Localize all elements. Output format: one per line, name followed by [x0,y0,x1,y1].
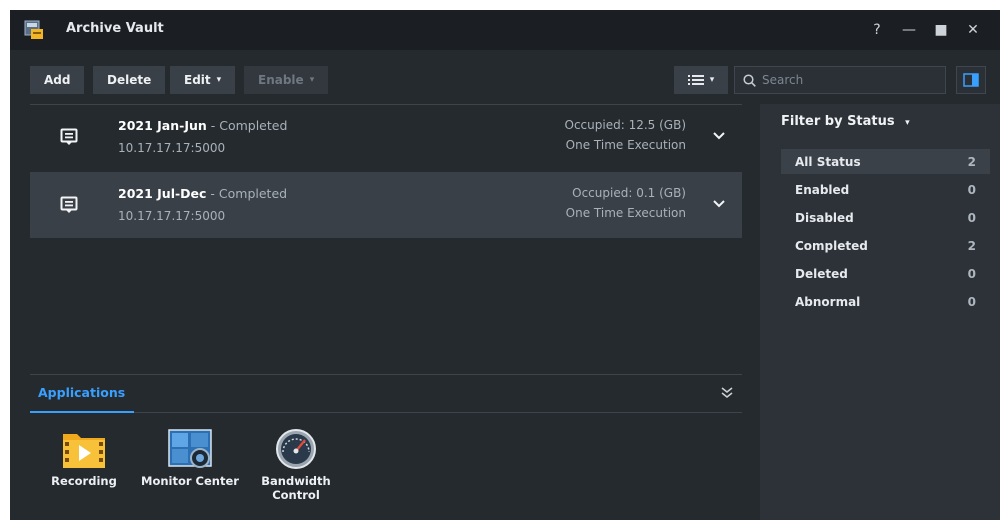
archive-task-icon [60,128,78,145]
filter-item-label: All Status [795,154,861,169]
task-name: 2021 Jul-Dec - Completed [118,186,287,201]
app-monitor-center[interactable]: Monitor Center [140,428,240,488]
task-status: - Completed [206,186,288,201]
task-schedule: One Time Execution [565,138,686,152]
chevron-down-icon: ▾ [709,75,715,85]
double-chevron-down-icon[interactable] [720,386,734,400]
filter-sidebar: Filter by Status ▾ All Status 2 Enabled … [760,104,1000,520]
maximize-icon[interactable]: ■ [928,18,954,42]
applications-divider [30,412,742,413]
task-schedule: One Time Execution [565,206,686,220]
app-recording[interactable]: Recording [34,428,134,488]
filter-item-disabled[interactable]: Disabled 0 [781,205,990,230]
filter-item-abnormal[interactable]: Abnormal 0 [781,289,990,314]
search-input[interactable] [762,73,942,87]
filter-item-label: Enabled [795,182,850,197]
filter-item-count: 0 [967,182,976,197]
add-button-label: Add [44,73,71,87]
applications-top-divider [30,374,742,375]
task-occupied: Occupied: 12.5 (GB) [564,118,686,132]
enable-button-label: Enable [258,73,304,87]
view-mode-button[interactable]: ▾ [674,66,728,94]
filter-item-count: 0 [967,294,976,309]
edit-button-label: Edit [184,73,211,87]
task-address: 10.17.17.17:5000 [118,141,226,155]
app-window: Archive Vault ? — ■ ✕ Add Delete Edit ▾ … [10,10,1000,520]
filter-item-count: 0 [967,266,976,281]
add-button[interactable]: Add [30,66,85,94]
tab-active-indicator [30,411,134,413]
task-row[interactable]: 2021 Jul-Dec - Completed 10.17.17.17:500… [30,172,742,238]
task-name-label: 2021 Jul-Dec [118,186,207,201]
filter-item-completed[interactable]: Completed 2 [781,233,990,258]
filter-item-enabled[interactable]: Enabled 0 [781,177,990,202]
search-box[interactable] [734,66,946,94]
app-bandwidth-control[interactable]: Bandwidth Control [246,428,346,502]
window-controls: ? — ■ ✕ [864,18,986,42]
search-icon [743,73,756,87]
chevron-down-icon: ▾ [905,118,910,128]
window-title: Archive Vault [66,21,164,36]
tab-applications[interactable]: Applications [38,385,125,400]
app-label: Bandwidth Control [261,474,331,502]
toggle-panel-button[interactable] [956,66,986,94]
help-icon[interactable]: ? [864,18,890,42]
task-address: 10.17.17.17:5000 [118,209,226,223]
monitor-center-icon [168,429,212,468]
filter-item-count: 2 [967,238,976,253]
filter-item-label: Abnormal [795,294,861,309]
task-status: - Completed [206,118,288,133]
filter-item-label: Completed [795,238,868,253]
edit-button[interactable]: Edit ▾ [170,66,236,94]
filter-item-label: Disabled [795,210,854,225]
filter-item-label: Deleted [795,266,848,281]
delete-button-label: Delete [107,73,152,87]
archive-task-icon [60,196,78,213]
chevron-down-icon[interactable] [712,197,726,211]
filter-title-label: Filter by Status [781,114,895,129]
filter-item-deleted[interactable]: Deleted 0 [781,261,990,286]
toolbar: Add Delete Edit ▾ Enable ▾ ▾ [10,50,1000,105]
enable-button[interactable]: Enable ▾ [244,66,329,94]
task-row[interactable]: 2021 Jan-Jun - Completed 10.17.17.17:500… [30,104,742,170]
delete-button[interactable]: Delete [93,66,166,94]
list-view-icon [687,75,704,85]
chevron-down-icon: ▾ [309,75,315,85]
bandwidth-control-icon [276,429,316,469]
close-icon[interactable]: ✕ [960,18,986,42]
filter-item-count: 0 [967,210,976,225]
side-panel-icon [963,73,979,87]
task-name: 2021 Jan-Jun - Completed [118,118,287,133]
task-occupied: Occupied: 0.1 (GB) [572,186,686,200]
app-label: Monitor Center [141,474,239,488]
title-bar: Archive Vault ? — ■ ✕ [10,10,1000,50]
filter-by-status-dropdown[interactable]: Filter by Status ▾ [781,114,910,129]
minimize-icon[interactable]: — [896,18,922,42]
task-name-label: 2021 Jan-Jun [118,118,207,133]
app-label: Recording [51,474,117,488]
chevron-down-icon: ▾ [216,75,222,85]
archive-vault-icon [24,20,43,39]
filter-item-all-status[interactable]: All Status 2 [781,149,990,174]
recording-icon [63,434,105,468]
chevron-down-icon[interactable] [712,129,726,143]
filter-item-count: 2 [967,154,976,169]
